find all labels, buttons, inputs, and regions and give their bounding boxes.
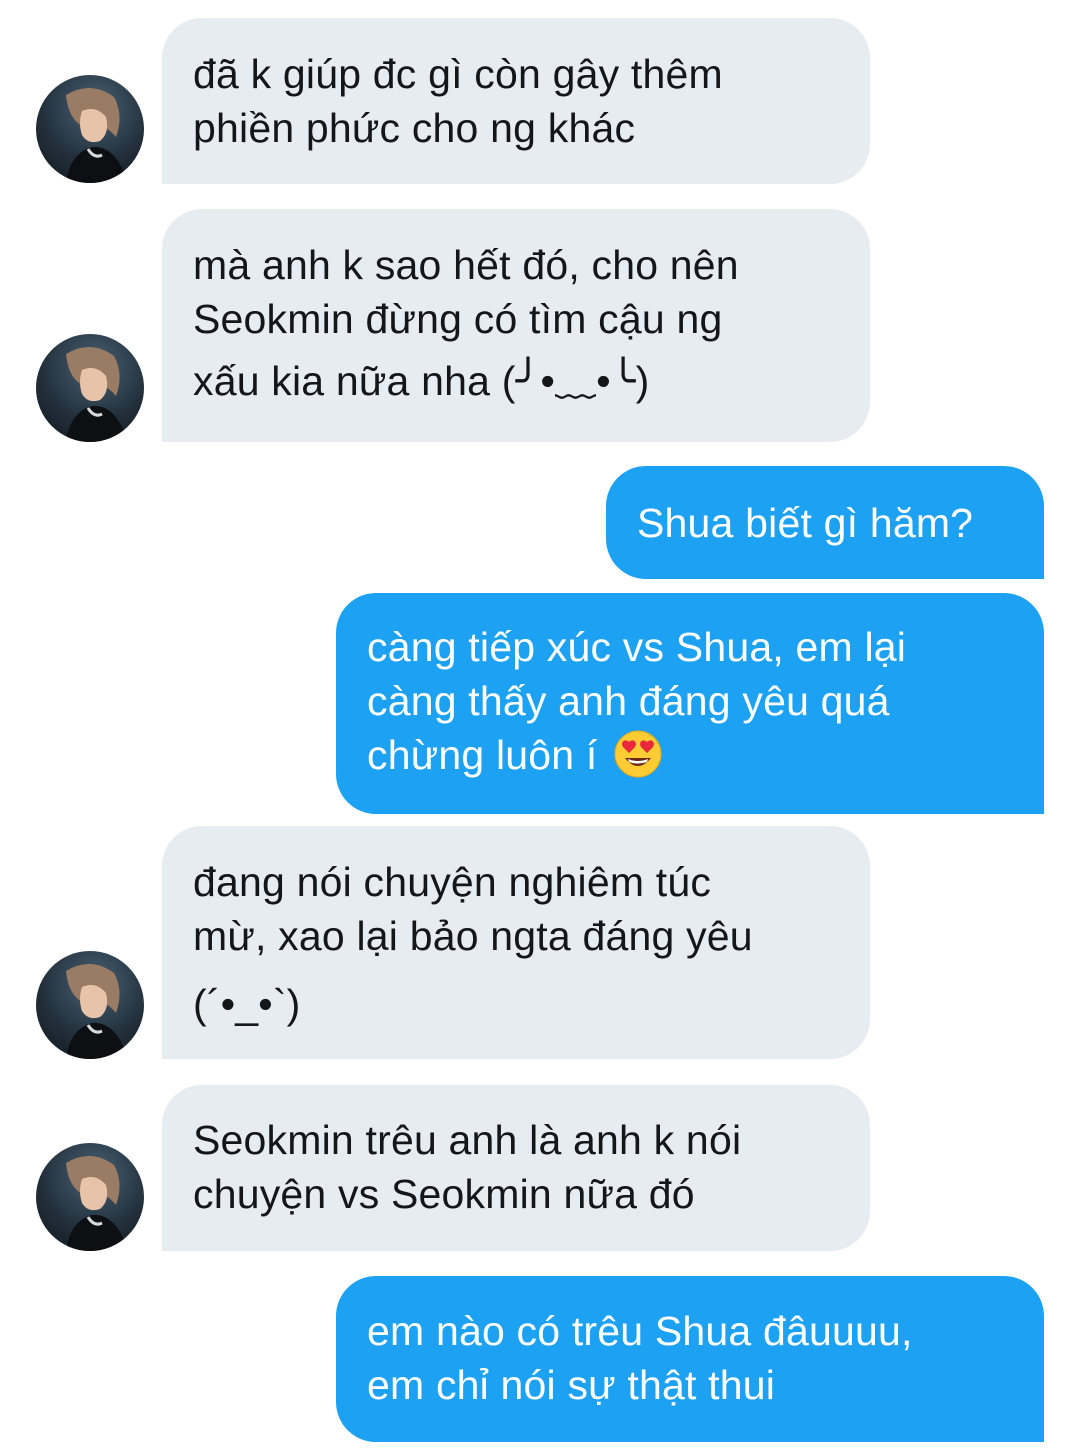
message-text-line: càng tiếp xúc vs Shua, em lại — [367, 624, 907, 670]
message-text-line: em chỉ nói sự thật thui — [367, 1362, 776, 1408]
message-bubble-received[interactable]: đã k giúp đc gì còn gây thêm phiền phức … — [162, 18, 870, 184]
message-bubble-received[interactable]: mà anh k sao hết đó, cho nên Seokmin đừn… — [162, 209, 870, 442]
message-text-line: mừ, xao lại bảo ngta đáng yêu — [193, 913, 753, 959]
avatar[interactable] — [36, 334, 144, 442]
avatar-portrait-icon — [66, 1155, 128, 1251]
message-text-line: mà anh k sao hết đó, cho nên — [193, 242, 739, 288]
heart-eyes-emoji-icon — [613, 729, 663, 792]
avatar[interactable] — [36, 1143, 144, 1251]
message-text-line: Seokmin đừng có tìm cậu ng — [193, 296, 723, 342]
message-text-line: càng thấy anh đáng yêu quá — [367, 678, 890, 724]
avatar[interactable] — [36, 951, 144, 1059]
avatar-portrait-icon — [66, 963, 128, 1059]
avatar-portrait-icon — [66, 87, 128, 183]
message-bubble-sent[interactable]: em nào có trêu Shua đâuuuu, em chỉ nói s… — [336, 1276, 1044, 1442]
message-text-line: chuyện vs Seokmin nữa đó — [193, 1171, 695, 1217]
message-text-line: (´•_•`) — [193, 981, 301, 1027]
message-text-line: Shua biết gì hăm? — [637, 500, 974, 546]
message-bubble-sent[interactable]: càng tiếp xúc vs Shua, em lại càng thấy … — [336, 593, 1044, 814]
avatar-portrait-icon — [66, 346, 128, 442]
message-bubble-received[interactable]: đang nói chuyện nghiêm túc mừ, xao lại b… — [162, 826, 870, 1059]
message-text-line: em nào có trêu Shua đâuuuu, — [367, 1308, 913, 1354]
message-text-line: đang nói chuyện nghiêm túc — [193, 859, 712, 905]
avatar[interactable] — [36, 75, 144, 183]
message-text-line: chừng luôn í — [367, 728, 1012, 792]
message-bubble-sent[interactable]: Shua biết gì hăm? — [606, 466, 1044, 579]
message-bubble-received[interactable]: Seokmin trêu anh là anh k nói chuyện vs … — [162, 1085, 870, 1251]
message-text-line: xấu kia nữa nha (╯•﹏•╰) — [193, 358, 650, 404]
message-text-line: đã k giúp đc gì còn gây thêm — [193, 51, 723, 97]
message-text-line: phiền phức cho ng khác — [193, 105, 636, 151]
message-text: chừng luôn í — [367, 732, 598, 778]
message-text-line: Seokmin trêu anh là anh k nói — [193, 1117, 742, 1163]
